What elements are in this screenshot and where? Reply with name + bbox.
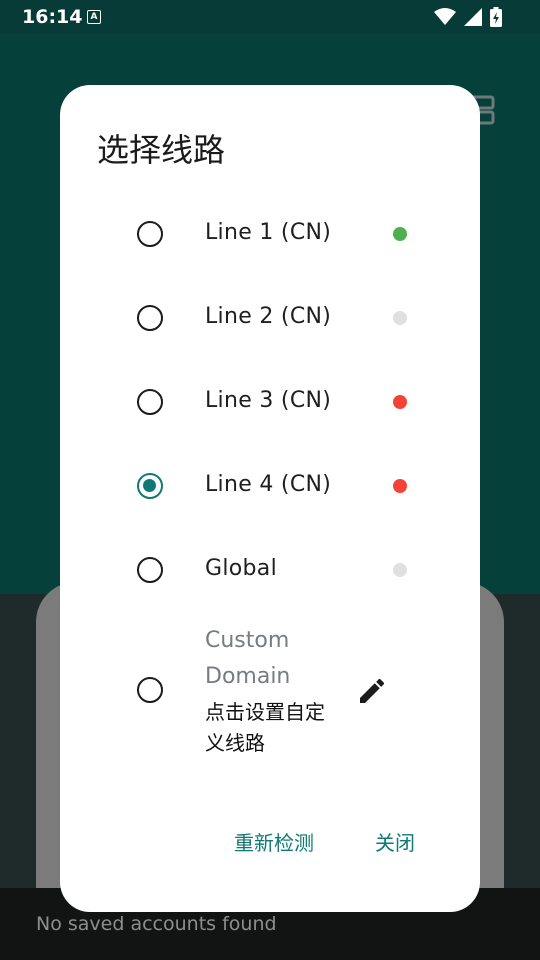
edit-icon[interactable] <box>356 675 388 707</box>
status-bar: 16:14 A <box>0 0 540 34</box>
close-button[interactable]: 关闭 <box>375 827 415 856</box>
custom-domain-title: Custom Domain <box>205 628 291 689</box>
dialog-title: 选择线路 <box>97 131 226 169</box>
status-dot <box>393 311 407 325</box>
recheck-button[interactable]: 重新检测 <box>234 827 314 856</box>
radio-button[interactable] <box>137 389 163 415</box>
radio-button-selected[interactable] <box>137 473 163 499</box>
route-option-line-4[interactable]: Line 4 (CN) <box>60 444 480 528</box>
wifi-icon <box>434 8 456 25</box>
route-option-label: Line 3 (CN) <box>205 388 332 413</box>
status-dot <box>393 563 407 577</box>
custom-domain-subtitle: 点击设置自定义线路 <box>205 700 325 755</box>
radio-button[interactable] <box>137 677 163 703</box>
route-option-label: Global <box>205 556 277 581</box>
status-dot <box>393 395 407 409</box>
snackbar-text: No saved accounts found <box>36 913 277 935</box>
route-option-global[interactable]: Global <box>60 528 480 612</box>
notification-icon: A <box>87 10 101 24</box>
route-option-label: Line 1 (CN) <box>205 220 332 245</box>
route-option-line-2[interactable]: Line 2 (CN) <box>60 276 480 360</box>
route-option-line-3[interactable]: Line 3 (CN) <box>60 360 480 444</box>
status-dot <box>393 479 407 493</box>
route-option-label: Line 2 (CN) <box>205 304 332 329</box>
radio-button[interactable] <box>137 557 163 583</box>
battery-charging-icon <box>490 7 502 27</box>
signal-icon <box>464 8 482 26</box>
status-time: 16:14 <box>22 6 83 28</box>
radio-button[interactable] <box>137 305 163 331</box>
status-dot <box>393 227 407 241</box>
route-option-label: Line 4 (CN) <box>205 472 332 497</box>
route-option-line-1[interactable]: Line 1 (CN) <box>60 192 480 276</box>
radio-button[interactable] <box>137 221 163 247</box>
route-select-dialog: 选择线路 Line 1 (CN) Line 2 (CN) Line 3 (CN)… <box>60 85 480 912</box>
